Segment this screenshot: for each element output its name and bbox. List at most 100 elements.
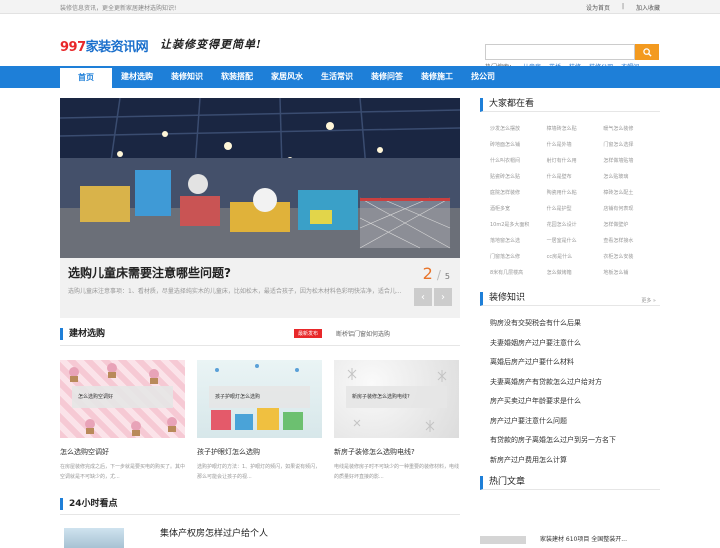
popular-thumbnail[interactable] [480, 536, 526, 544]
hot-tag[interactable]: 店铺有何表现 [603, 204, 660, 214]
list-item[interactable]: 房产过户要注意什么问题 [490, 412, 660, 432]
list-item[interactable]: 新房产过户费用怎么计算 [490, 451, 660, 471]
main-nav: 首页 建材选购 装修知识 软装搭配 家居风水 生活常识 装修问答 装修施工 找公… [0, 66, 720, 88]
nav-fengshui[interactable]: 家居风水 [262, 66, 312, 88]
article-card[interactable]: 怎么选购空调好 怎么选购空调好 在房屋装修完成之后，下一步就是要买电的购买了。其… [60, 360, 185, 482]
card-image[interactable]: 孩子护眼灯怎么选购 [197, 360, 322, 438]
hot-tag[interactable]: 衣柜怎么安装 [603, 252, 660, 262]
nav-qa[interactable]: 装修问答 [362, 66, 412, 88]
card-title[interactable]: 孩子护眼灯怎么选购 [197, 447, 322, 457]
article-card[interactable]: 新房子装修怎么选购电线? 新房子装修怎么选购电线? 电线是装修房子时不可缺少的一… [334, 360, 459, 482]
sidebar-title: 热门文章 [489, 477, 526, 487]
hot-tag[interactable]: 酒柜多宽 [490, 204, 547, 214]
list-item[interactable]: 房产买卖过户年龄要求是什么 [490, 392, 660, 412]
article-thumbnail[interactable] [64, 528, 124, 548]
card-image[interactable]: 怎么选购空调好 [60, 360, 185, 438]
card-description: 在房屋装修完成之后，下一步就是要买电的购买了。其中空调就是不可缺少的，尤... [60, 464, 186, 480]
search-icon [642, 47, 652, 57]
hot-tag[interactable]: 怎么贴玻璃 [603, 172, 660, 182]
more-link[interactable]: 更多 » [641, 295, 656, 307]
prev-arrow-icon[interactable]: ‹ [414, 288, 432, 306]
sidebar-title: 大家都在看 [489, 99, 535, 109]
logo-number: 997 [60, 40, 86, 55]
logo-text: 家装资讯网 [85, 40, 149, 55]
top-bar: 装修信息资讯，更全更新家居建材选购知识! 设为首页 | 加入收藏 [0, 0, 720, 14]
slide-current: 2 [422, 264, 433, 283]
hot-tag[interactable]: 门窗怎么选择 [603, 140, 660, 150]
latest-badge: 最新发布 [294, 329, 323, 338]
section-title[interactable]: 建材选购 [60, 328, 105, 340]
nav-soft-decor[interactable]: 软装搭配 [212, 66, 262, 88]
hot-tag[interactable]: 地板怎么铺 [603, 268, 660, 278]
hot-tag[interactable]: 怎么做烤箱 [547, 268, 604, 278]
next-arrow-icon[interactable]: › [434, 288, 452, 306]
popular-item[interactable]: 家装建材 610项目 全国整装开... [540, 534, 627, 543]
slide-text: 选购儿童床需要注意哪些问题? 选购儿童床注意事项：1、看材质，尽量选择纯实木的儿… [68, 264, 408, 297]
bookmark-link[interactable]: 加入收藏 [636, 3, 660, 12]
hot-tag[interactable]: 沙发怎么摆放 [490, 124, 547, 134]
news-ticker[interactable]: 断桥铝门窗如何选购 [336, 329, 390, 338]
hot-tag[interactable]: 10m2是多大面积 [490, 220, 547, 230]
section-divider [60, 514, 460, 515]
slider-photo[interactable] [60, 98, 460, 258]
hot-tag[interactable]: cc房是什么 [547, 252, 604, 262]
card-image-label: 怎么选购空调好 [72, 386, 173, 408]
hot-tag[interactable]: 什么叫衣帽间 [490, 156, 547, 166]
hot-tag[interactable]: 什么是外墙 [547, 140, 604, 150]
site-logo[interactable]: 997家装资讯网 [60, 36, 149, 55]
hot-tag[interactable]: 陶瓷用什么粘 [547, 188, 604, 198]
hot-tag[interactable]: 花园怎么设计 [547, 220, 604, 230]
nav-materials[interactable]: 建材选购 [112, 66, 162, 88]
hot-tag[interactable]: 门窗落怎么修 [490, 252, 547, 262]
hot-tag[interactable]: 8米有几层楼高 [490, 268, 547, 278]
card-image-label: 孩子护眼灯怎么选购 [209, 386, 310, 408]
hot-tag[interactable]: 一居室是什么 [547, 236, 604, 246]
search-input[interactable] [485, 44, 635, 60]
hot-tag[interactable]: 庭院怎样装修 [490, 188, 547, 198]
hot-tag[interactable]: 什么是壁布 [547, 172, 604, 182]
card-title[interactable]: 怎么选购空调好 [60, 447, 185, 457]
card-image[interactable]: 新房子装修怎么选购电线? [334, 360, 459, 438]
card-description: 选购护眼灯的方法：1、护眼灯的频闪，如果说有频闪，那么可能会让孩子的视... [197, 464, 321, 480]
search-button[interactable] [635, 44, 659, 60]
hot-tag[interactable]: 查看怎样接水 [603, 236, 660, 246]
list-item[interactable]: 购房没有交契税会有什么后果 [490, 314, 660, 334]
section-24h: 24小时看点 集体产权房怎样过户给个人 [60, 498, 460, 548]
article-card[interactable]: 孩子护眼灯怎么选购 孩子护眼灯怎么选购 选购护眼灯的方法：1、护眼灯的频闪，如果… [197, 360, 322, 482]
search-box [485, 44, 659, 60]
nav-life-tips[interactable]: 生活常识 [312, 66, 362, 88]
list-item[interactable]: 离婚后房产过户要什么材料 [490, 353, 660, 373]
top-links: 设为首页 | 加入收藏 [586, 3, 660, 12]
hot-tag[interactable]: 怎样做墙贴墙 [603, 156, 660, 166]
hot-tag[interactable]: 射灯有什么用 [547, 156, 604, 166]
nav-find-company[interactable]: 找公司 [462, 66, 504, 88]
card-image-label: 新房子装修怎么选购电线? [346, 386, 447, 408]
nav-home[interactable]: 首页 [60, 66, 112, 88]
list-item[interactable]: 有贷款的房子离婚怎么过户到另一方名下 [490, 431, 660, 451]
card-description: 电线是装修房子时不可缺少的一种重要的装修材料，电线的质量好坏直接的影... [334, 464, 460, 480]
list-item[interactable]: 夫妻离婚房产有贷款怎么过户给对方 [490, 373, 660, 393]
slide-slash: / [436, 268, 441, 282]
hot-tag[interactable]: 暖气怎么装修 [603, 124, 660, 134]
article-cards: 怎么选购空调好 怎么选购空调好 在房屋装修完成之后，下一步就是要买电的购买了。其… [60, 360, 460, 482]
list-item[interactable]: 夫妻婚姻房产过户要注意什么 [490, 334, 660, 354]
hot-tag[interactable]: 怎样做壁炉 [603, 220, 660, 230]
article-title[interactable]: 集体产权房怎样过户给个人 [160, 526, 268, 539]
nav-knowledge[interactable]: 装修知识 [162, 66, 212, 88]
nav-construction[interactable]: 装修施工 [412, 66, 462, 88]
slide-arrows: ‹ › [414, 288, 452, 306]
hot-tag[interactable]: 落地窗怎么选 [490, 236, 547, 246]
hot-tag[interactable]: 贴瓷砖怎么贴 [490, 172, 547, 182]
welcome-text: 装修信息资讯，更全更新家居建材选购知识! [60, 5, 177, 12]
hot-tag[interactable]: 樟墙砖怎么贴 [547, 124, 604, 134]
hot-tag[interactable]: 什么是护型 [547, 204, 604, 214]
hot-tag[interactable]: 砖地面怎么铺 [490, 140, 547, 150]
hot-tag[interactable]: 樟砖怎么配土 [603, 188, 660, 198]
set-home-link[interactable]: 设为首页 [586, 3, 610, 12]
sidebar-knowledge-header: 装修知识 更多 » [480, 292, 660, 306]
slide-title[interactable]: 选购儿童床需要注意哪些问题? [68, 264, 408, 281]
playground-illustration [60, 98, 460, 258]
card-title[interactable]: 新房子装修怎么选购电线? [334, 447, 459, 457]
sidebar-popular-header: 热门文章 [480, 476, 660, 490]
section-title[interactable]: 24小时看点 [60, 498, 460, 510]
